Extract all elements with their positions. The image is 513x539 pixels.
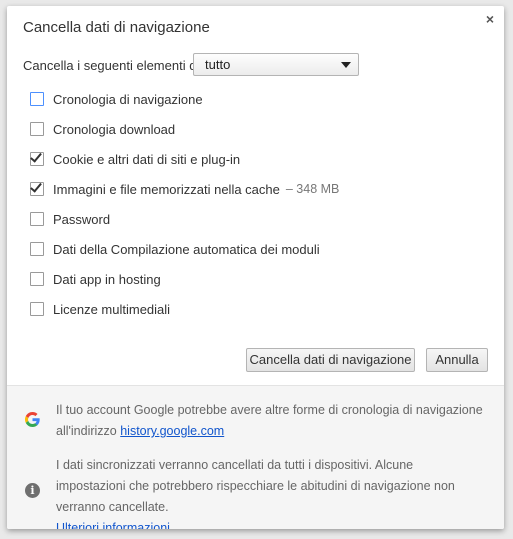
clear-browsing-data-dialog: Cancella dati di navigazione × Cancella … (7, 6, 504, 529)
option-download-history[interactable]: Cronologia download (30, 121, 175, 137)
checkbox[interactable] (30, 212, 44, 226)
google-g-icon (25, 412, 40, 427)
checkbox[interactable] (30, 180, 44, 196)
dialog-footer: Il tuo account Google potrebbe avere alt… (7, 385, 504, 529)
close-icon[interactable]: × (482, 11, 498, 27)
checkmark-icon (30, 150, 42, 163)
checkbox[interactable] (30, 302, 44, 316)
google-history-link[interactable]: history.google.com (120, 424, 224, 438)
checkbox[interactable] (30, 242, 44, 256)
info-icon: i (25, 483, 40, 498)
checkbox[interactable] (30, 92, 44, 106)
option-cookies[interactable]: Cookie e altri dati di siti e plug-in (30, 150, 241, 167)
option-label: Cronologia download (53, 121, 176, 137)
option-cached-images[interactable]: Immagini e file memorizzati nella cache … (30, 180, 340, 197)
time-range-label: Cancella i seguenti elementi da: (23, 57, 208, 73)
cache-size: – 348 MB (285, 182, 340, 196)
more-info-link[interactable]: Ulteriori informazioni (56, 521, 170, 529)
time-range-row: Cancella i seguenti elementi da: (23, 53, 207, 77)
option-label: Password (53, 211, 111, 227)
option-media-licenses[interactable]: Licenze multimediali (30, 301, 170, 317)
option-label: Cookie e altri dati di siti e plug-in (53, 151, 241, 167)
sync-notice-text: I dati sincronizzati verranno cancellati… (56, 458, 455, 514)
option-label: Dati app in hosting (53, 271, 161, 287)
option-passwords[interactable]: Password (30, 211, 110, 227)
clear-data-button[interactable]: Cancella dati di navigazione (246, 348, 415, 372)
time-range-value: tutto (205, 57, 231, 72)
chevron-down-icon (341, 62, 351, 68)
cancel-button[interactable]: Annulla (426, 348, 488, 372)
checkbox[interactable] (30, 272, 44, 286)
checkmark-icon (30, 180, 42, 193)
option-autofill[interactable]: Dati della Compilazione automatica dei m… (30, 241, 320, 257)
option-label: Licenze multimediali (53, 301, 171, 317)
option-browsing-history[interactable]: Cronologia di navigazione (30, 91, 203, 107)
checkbox[interactable] (30, 122, 44, 136)
time-range-select[interactable]: tutto (193, 53, 359, 76)
option-label: Dati della Compilazione automatica dei m… (53, 241, 320, 257)
dialog-title: Cancella dati di navigazione (23, 19, 210, 36)
google-history-notice: Il tuo account Google potrebbe avere alt… (56, 400, 486, 442)
option-label: Cronologia di navigazione (53, 91, 203, 107)
option-hosted-apps[interactable]: Dati app in hosting (30, 271, 161, 287)
checkbox[interactable] (30, 150, 44, 166)
option-label: Immagini e file memorizzati nella cache (53, 181, 280, 197)
sync-notice: I dati sincronizzati verranno cancellati… (56, 455, 486, 529)
